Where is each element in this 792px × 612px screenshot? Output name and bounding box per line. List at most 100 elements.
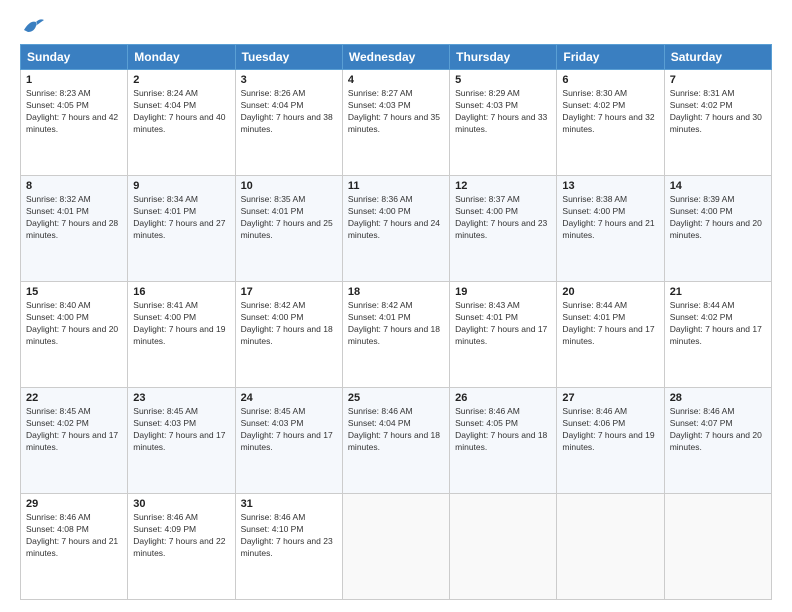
calendar-cell: 11 Sunrise: 8:36 AMSunset: 4:00 PMDayligh… (342, 176, 449, 282)
day-number: 19 (455, 286, 551, 298)
calendar-week-3: 15 Sunrise: 8:40 AMSunset: 4:00 PMDayligh… (21, 282, 772, 388)
calendar-cell: 14 Sunrise: 8:39 AMSunset: 4:00 PMDayligh… (664, 176, 771, 282)
calendar-cell: 17Sunrise: 8:42 AMSunset: 4:00 PMDayligh… (235, 282, 342, 388)
day-number: 26 (455, 392, 551, 404)
day-number: 29 (26, 498, 122, 510)
calendar-cell: 23 Sunrise: 8:45 AMSunset: 4:03 PMDayligh… (128, 388, 235, 494)
day-number: 9 (133, 180, 229, 192)
calendar-cell: 27 Sunrise: 8:46 AMSunset: 4:06 PMDayligh… (557, 388, 664, 494)
cell-text: Sunrise: 8:32 AMSunset: 4:01 PMDaylight:… (26, 194, 118, 240)
day-number: 6 (562, 74, 658, 86)
cell-text: Sunrise: 8:41 AMSunset: 4:00 PMDaylight:… (133, 300, 225, 346)
day-header-thursday: Thursday (450, 45, 557, 70)
calendar-cell: 9 Sunrise: 8:34 AMSunset: 4:01 PMDaylight… (128, 176, 235, 282)
cell-text: Sunrise: 8:42 AMSunset: 4:01 PMDaylight:… (348, 300, 440, 346)
cell-text: Sunrise: 8:27 AMSunset: 4:03 PMDaylight:… (348, 88, 440, 134)
calendar-cell (557, 494, 664, 600)
calendar-cell: 18 Sunrise: 8:42 AMSunset: 4:01 PMDayligh… (342, 282, 449, 388)
cell-text: Sunrise: 8:46 AMSunset: 4:05 PMDaylight:… (455, 406, 547, 452)
cell-text: Sunrise: 8:42 AMSunset: 4:00 PMDaylight:… (241, 300, 333, 346)
calendar-cell: 4 Sunrise: 8:27 AMSunset: 4:03 PMDaylight… (342, 70, 449, 176)
cell-text: Sunrise: 8:39 AMSunset: 4:00 PMDaylight:… (670, 194, 762, 240)
day-number: 12 (455, 180, 551, 192)
cell-text: Sunrise: 8:45 AMSunset: 4:03 PMDaylight:… (241, 406, 333, 452)
day-number: 20 (562, 286, 658, 298)
calendar-cell (664, 494, 771, 600)
cell-text: Sunrise: 8:46 AMSunset: 4:10 PMDaylight:… (241, 512, 333, 558)
day-number: 5 (455, 74, 551, 86)
calendar-cell: 2 Sunrise: 8:24 AMSunset: 4:04 PMDaylight… (128, 70, 235, 176)
cell-text: Sunrise: 8:45 AMSunset: 4:03 PMDaylight:… (133, 406, 225, 452)
calendar-cell: 10Sunrise: 8:35 AMSunset: 4:01 PMDayligh… (235, 176, 342, 282)
day-number: 27 (562, 392, 658, 404)
calendar-cell: 19 Sunrise: 8:43 AMSunset: 4:01 PMDayligh… (450, 282, 557, 388)
cell-text: Sunrise: 8:35 AMSunset: 4:01 PMDaylight:… (241, 194, 333, 240)
cell-text: Sunrise: 8:46 AMSunset: 4:06 PMDaylight:… (562, 406, 654, 452)
cell-text: Sunrise: 8:23 AMSunset: 4:05 PMDaylight:… (26, 88, 118, 134)
day-number: 1 (26, 74, 122, 86)
day-number: 18 (348, 286, 444, 298)
cell-text: Sunrise: 8:34 AMSunset: 4:01 PMDaylight:… (133, 194, 225, 240)
calendar-cell: 26 Sunrise: 8:46 AMSunset: 4:05 PMDayligh… (450, 388, 557, 494)
cell-text: Sunrise: 8:43 AMSunset: 4:01 PMDaylight:… (455, 300, 547, 346)
header (20, 16, 772, 34)
cell-text: Sunrise: 8:45 AMSunset: 4:02 PMDaylight:… (26, 406, 118, 452)
calendar-cell: 30 Sunrise: 8:46 AMSunset: 4:09 PMDayligh… (128, 494, 235, 600)
day-number: 7 (670, 74, 766, 86)
calendar-cell: 20Sunrise: 8:44 AMSunset: 4:01 PMDayligh… (557, 282, 664, 388)
calendar-cell: 3Sunrise: 8:26 AMSunset: 4:04 PMDaylight… (235, 70, 342, 176)
calendar-week-4: 22 Sunrise: 8:45 AMSunset: 4:02 PMDayligh… (21, 388, 772, 494)
calendar-cell: 31 Sunrise: 8:46 AMSunset: 4:10 PMDayligh… (235, 494, 342, 600)
logo (20, 16, 44, 34)
calendar-header-row: SundayMondayTuesdayWednesdayThursdayFrid… (21, 45, 772, 70)
day-header-tuesday: Tuesday (235, 45, 342, 70)
day-header-friday: Friday (557, 45, 664, 70)
day-number: 22 (26, 392, 122, 404)
day-number: 11 (348, 180, 444, 192)
calendar-week-1: 1 Sunrise: 8:23 AMSunset: 4:05 PMDaylight… (21, 70, 772, 176)
cell-text: Sunrise: 8:44 AMSunset: 4:02 PMDaylight:… (670, 300, 762, 346)
calendar-cell: 7 Sunrise: 8:31 AMSunset: 4:02 PMDaylight… (664, 70, 771, 176)
day-number: 31 (241, 498, 337, 510)
cell-text: Sunrise: 8:24 AMSunset: 4:04 PMDaylight:… (133, 88, 225, 134)
calendar-cell: 24Sunrise: 8:45 AMSunset: 4:03 PMDayligh… (235, 388, 342, 494)
calendar-cell: 12 Sunrise: 8:37 AMSunset: 4:00 PMDayligh… (450, 176, 557, 282)
cell-text: Sunrise: 8:38 AMSunset: 4:00 PMDaylight:… (562, 194, 654, 240)
day-number: 13 (562, 180, 658, 192)
day-header-sunday: Sunday (21, 45, 128, 70)
calendar-cell: 22 Sunrise: 8:45 AMSunset: 4:02 PMDayligh… (21, 388, 128, 494)
day-number: 28 (670, 392, 766, 404)
cell-text: Sunrise: 8:31 AMSunset: 4:02 PMDaylight:… (670, 88, 762, 134)
day-number: 2 (133, 74, 229, 86)
day-header-saturday: Saturday (664, 45, 771, 70)
day-number: 3 (241, 74, 337, 86)
cell-text: Sunrise: 8:46 AMSunset: 4:09 PMDaylight:… (133, 512, 225, 558)
calendar-cell: 8 Sunrise: 8:32 AMSunset: 4:01 PMDaylight… (21, 176, 128, 282)
calendar-cell: 25Sunrise: 8:46 AMSunset: 4:04 PMDayligh… (342, 388, 449, 494)
day-number: 23 (133, 392, 229, 404)
calendar-cell: 21 Sunrise: 8:44 AMSunset: 4:02 PMDayligh… (664, 282, 771, 388)
calendar-week-2: 8 Sunrise: 8:32 AMSunset: 4:01 PMDaylight… (21, 176, 772, 282)
calendar-cell: 16 Sunrise: 8:41 AMSunset: 4:00 PMDayligh… (128, 282, 235, 388)
calendar-cell: 13 Sunrise: 8:38 AMSunset: 4:00 PMDayligh… (557, 176, 664, 282)
calendar-cell: 1 Sunrise: 8:23 AMSunset: 4:05 PMDaylight… (21, 70, 128, 176)
logo-bird-icon (22, 16, 44, 34)
cell-text: Sunrise: 8:30 AMSunset: 4:02 PMDaylight:… (562, 88, 654, 134)
day-number: 14 (670, 180, 766, 192)
cell-text: Sunrise: 8:36 AMSunset: 4:00 PMDaylight:… (348, 194, 440, 240)
calendar-week-5: 29 Sunrise: 8:46 AMSunset: 4:08 PMDayligh… (21, 494, 772, 600)
calendar-table: SundayMondayTuesdayWednesdayThursdayFrid… (20, 44, 772, 600)
day-number: 30 (133, 498, 229, 510)
day-number: 16 (133, 286, 229, 298)
calendar-cell (342, 494, 449, 600)
day-number: 4 (348, 74, 444, 86)
cell-text: Sunrise: 8:46 AMSunset: 4:08 PMDaylight:… (26, 512, 118, 558)
cell-text: Sunrise: 8:46 AMSunset: 4:07 PMDaylight:… (670, 406, 762, 452)
day-number: 15 (26, 286, 122, 298)
cell-text: Sunrise: 8:40 AMSunset: 4:00 PMDaylight:… (26, 300, 118, 346)
cell-text: Sunrise: 8:37 AMSunset: 4:00 PMDaylight:… (455, 194, 547, 240)
calendar-cell: 15 Sunrise: 8:40 AMSunset: 4:00 PMDayligh… (21, 282, 128, 388)
cell-text: Sunrise: 8:29 AMSunset: 4:03 PMDaylight:… (455, 88, 547, 134)
day-number: 8 (26, 180, 122, 192)
day-number: 21 (670, 286, 766, 298)
